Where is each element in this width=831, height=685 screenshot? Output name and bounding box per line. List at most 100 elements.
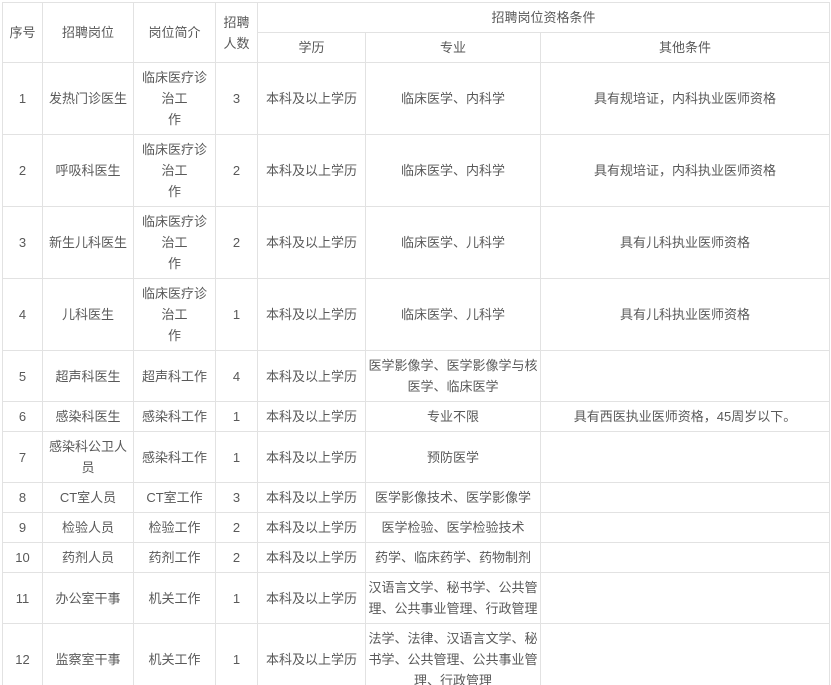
cell-education: 本科及以上学历 xyxy=(258,402,366,432)
table-row: 1发热门诊医生临床医疗诊治工 作3本科及以上学历临床医学、内科学具有规培证，内科… xyxy=(3,63,830,135)
table-row: 5超声科医生超声科工作4本科及以上学历医学影像学、医学影像学与核 医学、临床医学 xyxy=(3,351,830,402)
cell-count: 1 xyxy=(216,573,258,624)
cell-position: 发热门诊医生 xyxy=(43,63,134,135)
cell-education: 本科及以上学历 xyxy=(258,351,366,402)
cell-position: 药剂人员 xyxy=(43,543,134,573)
cell-position: 办公室干事 xyxy=(43,573,134,624)
cell-major: 临床医学、儿科学 xyxy=(366,279,541,351)
cell-other: 具有规培证，内科执业医师资格 xyxy=(541,135,830,207)
table-row: 11办公室干事机关工作1本科及以上学历汉语言文学、秘书学、公共管 理、公共事业管… xyxy=(3,573,830,624)
cell-education: 本科及以上学历 xyxy=(258,543,366,573)
header-other: 其他条件 xyxy=(541,33,830,63)
cell-count: 3 xyxy=(216,63,258,135)
cell-no: 3 xyxy=(3,207,43,279)
header-position: 招聘岗位 xyxy=(43,3,134,63)
cell-count: 4 xyxy=(216,351,258,402)
cell-major: 医学影像技术、医学影像学 xyxy=(366,483,541,513)
cell-major: 专业不限 xyxy=(366,402,541,432)
cell-other xyxy=(541,483,830,513)
cell-education: 本科及以上学历 xyxy=(258,207,366,279)
cell-education: 本科及以上学历 xyxy=(258,483,366,513)
cell-other xyxy=(541,432,830,483)
cell-other: 具有儿科执业医师资格 xyxy=(541,207,830,279)
cell-position: 新生儿科医生 xyxy=(43,207,134,279)
table-row: 9检验人员检验工作2本科及以上学历医学检验、医学检验技术 xyxy=(3,513,830,543)
cell-no: 1 xyxy=(3,63,43,135)
cell-education: 本科及以上学历 xyxy=(258,432,366,483)
cell-major: 药学、临床药学、药物制剂 xyxy=(366,543,541,573)
cell-no: 6 xyxy=(3,402,43,432)
cell-education: 本科及以上学历 xyxy=(258,573,366,624)
cell-no: 5 xyxy=(3,351,43,402)
cell-no: 8 xyxy=(3,483,43,513)
cell-position: 监察室干事 xyxy=(43,624,134,685)
cell-position: 感染科公卫人 员 xyxy=(43,432,134,483)
cell-no: 12 xyxy=(3,624,43,685)
table-row: 2呼吸科医生临床医疗诊治工 作2本科及以上学历临床医学、内科学具有规培证，内科执… xyxy=(3,135,830,207)
table-row: 3新生儿科医生临床医疗诊治工 作2本科及以上学历临床医学、儿科学具有儿科执业医师… xyxy=(3,207,830,279)
cell-major: 临床医学、内科学 xyxy=(366,63,541,135)
table-row: 7感染科公卫人 员感染科工作1本科及以上学历预防医学 xyxy=(3,432,830,483)
cell-education: 本科及以上学历 xyxy=(258,624,366,685)
cell-position: 感染科医生 xyxy=(43,402,134,432)
cell-intro: 临床医疗诊治工 作 xyxy=(134,135,216,207)
cell-intro: 感染科工作 xyxy=(134,432,216,483)
cell-intro: 临床医疗诊治工 作 xyxy=(134,279,216,351)
cell-count: 1 xyxy=(216,279,258,351)
cell-count: 3 xyxy=(216,483,258,513)
cell-count: 2 xyxy=(216,135,258,207)
cell-intro: 临床医疗诊治工 作 xyxy=(134,207,216,279)
header-education: 学历 xyxy=(258,33,366,63)
cell-other: 具有规培证，内科执业医师资格 xyxy=(541,63,830,135)
cell-intro: 机关工作 xyxy=(134,624,216,685)
cell-major: 法学、法律、汉语言文学、秘 书学、公共管理、公共事业管 理、行政管理 xyxy=(366,624,541,685)
cell-position: CT室人员 xyxy=(43,483,134,513)
cell-no: 11 xyxy=(3,573,43,624)
cell-count: 1 xyxy=(216,402,258,432)
cell-other: 具有儿科执业医师资格 xyxy=(541,279,830,351)
cell-count: 2 xyxy=(216,513,258,543)
cell-no: 4 xyxy=(3,279,43,351)
cell-position: 儿科医生 xyxy=(43,279,134,351)
cell-education: 本科及以上学历 xyxy=(258,513,366,543)
cell-education: 本科及以上学历 xyxy=(258,63,366,135)
cell-major: 预防医学 xyxy=(366,432,541,483)
recruitment-table: 序号 招聘岗位 岗位简介 招聘 人数 招聘岗位资格条件 学历 专业 其他条件 1… xyxy=(2,2,830,685)
cell-education: 本科及以上学历 xyxy=(258,135,366,207)
cell-position: 检验人员 xyxy=(43,513,134,543)
table-body: 1发热门诊医生临床医疗诊治工 作3本科及以上学历临床医学、内科学具有规培证，内科… xyxy=(3,63,830,685)
cell-intro: 感染科工作 xyxy=(134,402,216,432)
cell-education: 本科及以上学历 xyxy=(258,279,366,351)
cell-no: 9 xyxy=(3,513,43,543)
cell-count: 2 xyxy=(216,207,258,279)
cell-intro: 临床医疗诊治工 作 xyxy=(134,63,216,135)
cell-other xyxy=(541,624,830,685)
cell-major: 临床医学、内科学 xyxy=(366,135,541,207)
cell-other xyxy=(541,543,830,573)
table-row: 6感染科医生感染科工作1本科及以上学历专业不限具有西医执业医师资格，45周岁以下… xyxy=(3,402,830,432)
header-major: 专业 xyxy=(366,33,541,63)
cell-position: 呼吸科医生 xyxy=(43,135,134,207)
cell-major: 临床医学、儿科学 xyxy=(366,207,541,279)
header-row-top: 序号 招聘岗位 岗位简介 招聘 人数 招聘岗位资格条件 xyxy=(3,3,830,33)
table-row: 4儿科医生临床医疗诊治工 作1本科及以上学历临床医学、儿科学具有儿科执业医师资格 xyxy=(3,279,830,351)
table-row: 10药剂人员药剂工作2本科及以上学历药学、临床药学、药物制剂 xyxy=(3,543,830,573)
header-count: 招聘 人数 xyxy=(216,3,258,63)
header-serial: 序号 xyxy=(3,3,43,63)
cell-no: 2 xyxy=(3,135,43,207)
table-row: 12监察室干事机关工作1本科及以上学历法学、法律、汉语言文学、秘 书学、公共管理… xyxy=(3,624,830,685)
cell-major: 医学影像学、医学影像学与核 医学、临床医学 xyxy=(366,351,541,402)
cell-intro: 药剂工作 xyxy=(134,543,216,573)
cell-other xyxy=(541,573,830,624)
cell-count: 2 xyxy=(216,543,258,573)
cell-other xyxy=(541,351,830,402)
header-qualification: 招聘岗位资格条件 xyxy=(258,3,830,33)
table-row: 8CT室人员CT室工作3本科及以上学历医学影像技术、医学影像学 xyxy=(3,483,830,513)
table-header: 序号 招聘岗位 岗位简介 招聘 人数 招聘岗位资格条件 学历 专业 其他条件 xyxy=(3,3,830,63)
cell-intro: 超声科工作 xyxy=(134,351,216,402)
cell-major: 医学检验、医学检验技术 xyxy=(366,513,541,543)
cell-other: 具有西医执业医师资格，45周岁以下。 xyxy=(541,402,830,432)
cell-no: 7 xyxy=(3,432,43,483)
cell-major: 汉语言文学、秘书学、公共管 理、公共事业管理、行政管理 xyxy=(366,573,541,624)
cell-intro: 检验工作 xyxy=(134,513,216,543)
